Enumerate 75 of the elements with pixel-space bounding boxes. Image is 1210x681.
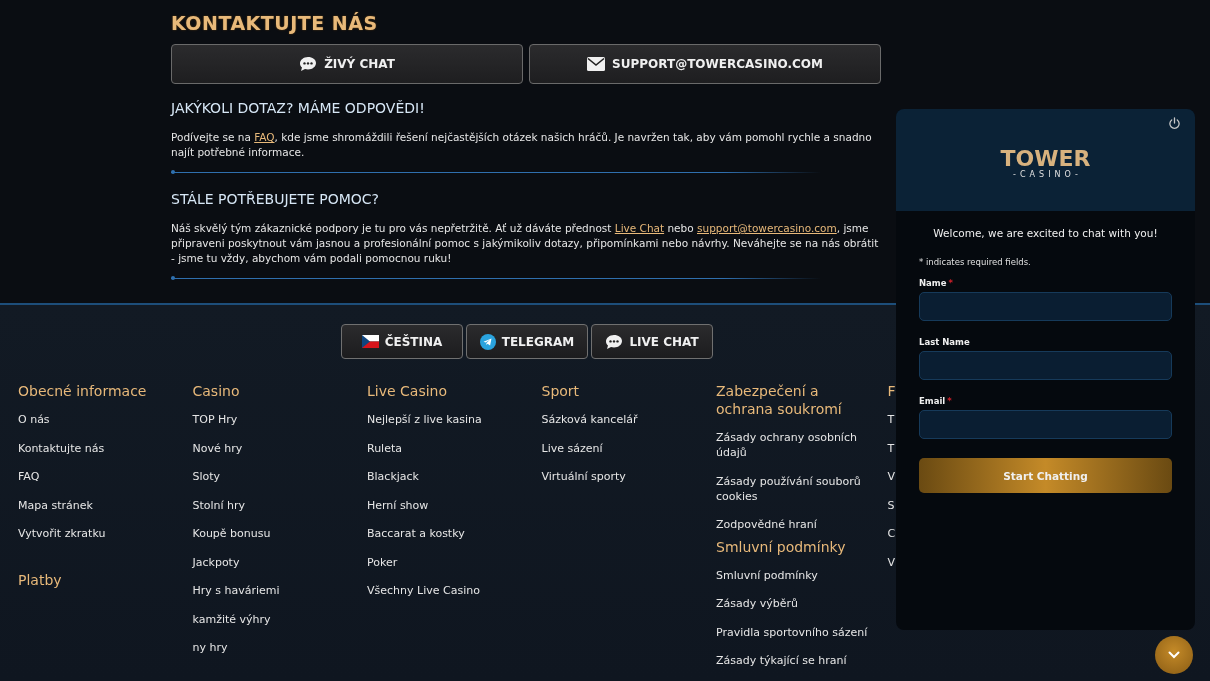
footer-link[interactable]: V bbox=[887, 554, 896, 570]
text-link[interactable]: FAQ bbox=[254, 131, 275, 143]
contact-button[interactable]: SUPPORT@TOWERCASINO.COM bbox=[529, 44, 881, 84]
flag-icon bbox=[361, 335, 379, 348]
field-label: Email bbox=[919, 396, 946, 406]
footer-heading: Zabezpečení a ochrana soukromí bbox=[716, 382, 843, 418]
footer-link[interactable]: Smluvní podmínky bbox=[716, 567, 828, 583]
welcome-text: Welcome, we are excited to chat with you! bbox=[932, 227, 1159, 239]
paragraph: Podívejte se na FAQ, kde jsme shromáždili řešení nejčastějších otázek našich hráčů. Je navržen tak, aby vám pomohl rychle a snadno najít potřebné informace. bbox=[171, 130, 873, 160]
footer-link[interactable]: Sloty bbox=[192, 469, 231, 484]
footer-link[interactable]: Vytvořit zkratku bbox=[18, 526, 116, 541]
footer-button[interactable]: TELEGRAM bbox=[466, 324, 588, 359]
power-icon[interactable] bbox=[1168, 117, 1181, 130]
footer-link[interactable]: Zodpovědné hraní bbox=[716, 517, 827, 532]
footer-link[interactable]: Zásady týkající se hraní bbox=[716, 653, 857, 668]
section-heading: STÁLE POTŘEBUJETE POMOC? bbox=[171, 191, 381, 207]
text-link[interactable]: Live Chat bbox=[614, 222, 665, 234]
footer-link[interactable]: FAQ bbox=[18, 469, 50, 484]
footer-link[interactable]: T bbox=[887, 412, 895, 427]
footer-link[interactable]: Poker bbox=[367, 554, 408, 570]
logo-subtitle: -CASINO- bbox=[1013, 169, 1082, 179]
footer-link[interactable]: S bbox=[887, 497, 895, 513]
input-field[interactable] bbox=[919, 351, 1172, 380]
footer-link[interactable]: Všechny Live Casino bbox=[367, 583, 490, 598]
footer-link[interactable]: Hry s haváriemi bbox=[192, 583, 290, 598]
footer-link[interactable]: TOP Hry bbox=[192, 412, 248, 427]
footer-link[interactable]: kamžité výhry bbox=[192, 611, 281, 627]
input-field[interactable] bbox=[919, 292, 1172, 321]
required-mark: * bbox=[947, 396, 952, 406]
footer-link[interactable]: O nás bbox=[18, 412, 60, 427]
logo-title: TOWER bbox=[1000, 147, 1091, 170]
input-field[interactable] bbox=[919, 410, 1172, 439]
footer-heading: Obecné informace bbox=[18, 382, 148, 400]
footer-heading: Sport bbox=[541, 382, 581, 400]
footer-heading: Live Casino bbox=[367, 382, 448, 400]
footer-heading: Casino bbox=[192, 382, 241, 400]
contact-button[interactable]: ŽIVÝ CHAT bbox=[171, 44, 523, 84]
footer-link[interactable]: V bbox=[887, 469, 896, 484]
chevron-down-icon bbox=[1168, 651, 1180, 659]
footer-link[interactable]: Sázková kancelář bbox=[541, 412, 648, 427]
section-title: KONTAKTUJTE NÁS bbox=[171, 12, 379, 34]
footer-link[interactable]: ny hry bbox=[192, 640, 238, 655]
speech-bubble-icon bbox=[299, 56, 318, 72]
paragraph: Náš skvělý tým zákaznické podpory je tu pro vás nepřetržitě. Ať už dáváte přednost Live Chat nebo support@towercasino.com, jsme připraveni poskytnout vám jasnou a profesionální pomoc s jakýmikoliv dotazy, připomínkami nebo návrhy. Neváhejte se na nás obrátit - jsme tu vždy, abychom vám podali pomocnou ruku! bbox=[171, 221, 880, 266]
footer-button[interactable]: LIVE CHAT bbox=[591, 324, 713, 359]
footer-heading: Smluvní podmínky bbox=[716, 537, 847, 556]
footer-link[interactable]: Virtuální sporty bbox=[541, 469, 636, 484]
footer-link[interactable]: Live sázení bbox=[541, 440, 613, 456]
required-mark: * bbox=[948, 278, 953, 288]
envelope-icon bbox=[587, 57, 606, 71]
footer-link[interactable]: Pravidla sportovního sázení bbox=[716, 624, 878, 640]
footer-link[interactable]: Blackjack bbox=[367, 469, 429, 484]
footer-link[interactable]: Nové hry bbox=[192, 440, 253, 456]
footer-link[interactable]: Zásady výběrů bbox=[716, 596, 808, 611]
footer-link[interactable]: Kontaktujte nás bbox=[18, 440, 115, 456]
footer-heading: Platby bbox=[18, 570, 63, 589]
text-link[interactable]: support@towercasino.com bbox=[697, 222, 837, 234]
footer-link[interactable]: Ruleta bbox=[367, 440, 412, 456]
footer-button[interactable]: ČEŠTINA bbox=[341, 324, 463, 359]
footer-link[interactable]: Nejlepší z live kasina bbox=[367, 412, 492, 427]
section-heading: JAKÝKOLI DOTAZ? MÁME ODPOVĚDI! bbox=[171, 100, 426, 116]
footer-link[interactable]: Herní show bbox=[367, 497, 439, 513]
footer-heading: F bbox=[887, 382, 896, 400]
footer-link[interactable]: Mapa stránek bbox=[18, 497, 103, 513]
footer-link[interactable]: Baccarat a kostky bbox=[367, 526, 475, 541]
footer-link[interactable]: C bbox=[887, 526, 896, 541]
field-label: Name bbox=[919, 278, 947, 288]
field-label: Last Name bbox=[919, 337, 970, 347]
speech-bubble-icon bbox=[605, 333, 624, 350]
paper-plane-icon bbox=[479, 333, 496, 350]
footer-link[interactable]: Jackpoty bbox=[192, 554, 250, 570]
footer-link[interactable]: T bbox=[887, 440, 895, 456]
footer-link[interactable]: Koupě bonusu bbox=[192, 526, 281, 541]
required-note: * indicates required fields. bbox=[919, 257, 1032, 267]
footer-link[interactable]: Stolní hry bbox=[192, 497, 256, 513]
